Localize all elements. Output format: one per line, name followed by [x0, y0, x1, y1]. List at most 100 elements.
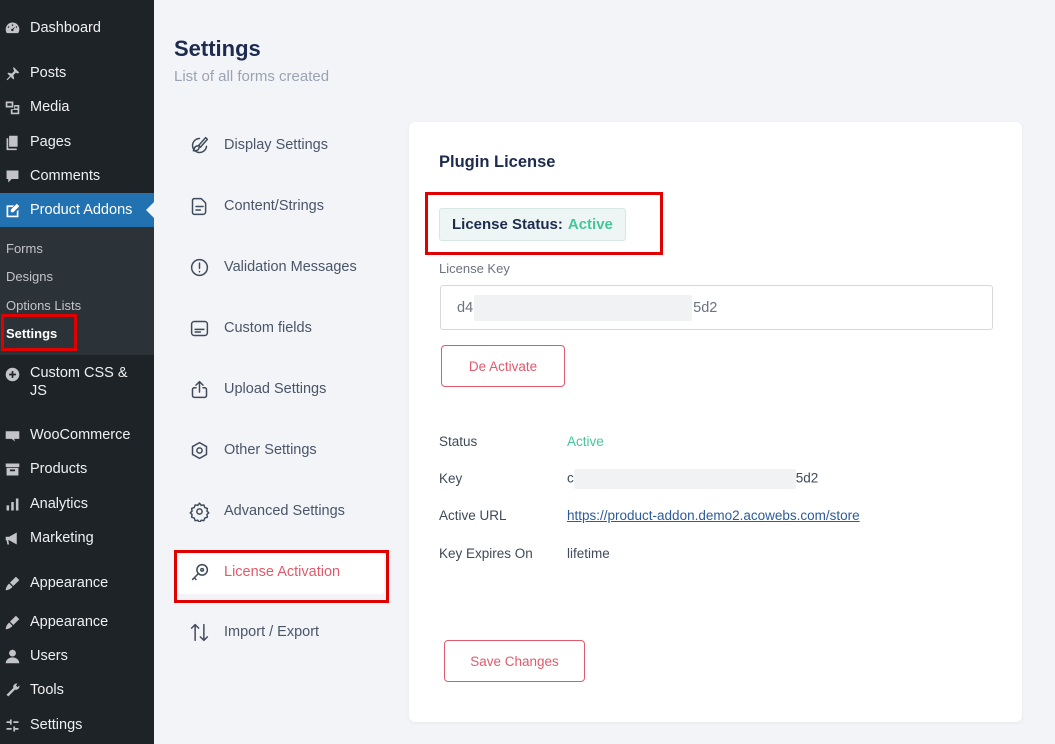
wp-menu-label: Dashboard — [30, 20, 101, 36]
info-url-link[interactable]: https://product-addon.demo2.acowebs.com/… — [567, 508, 860, 523]
wp-menu-products[interactable]: Products — [0, 459, 154, 479]
wp-menu-marketing[interactable]: Marketing — [0, 528, 154, 548]
wp-menu-posts[interactable]: Posts — [0, 63, 154, 83]
wp-menu-label: Custom CSS & JS — [30, 365, 128, 399]
wrench-icon — [3, 681, 21, 699]
paintbrush-icon — [3, 574, 21, 592]
wp-menu-label: Settings — [30, 717, 83, 733]
settings-nav-content-strings[interactable]: Content/Strings — [187, 194, 324, 218]
settings-nav-label: Upload Settings — [224, 381, 327, 397]
settings-nav-label: Advanced Settings — [224, 503, 345, 519]
plus-circle-icon — [3, 365, 21, 383]
wp-menu-label: Appearance — [30, 614, 109, 630]
license-key-redaction — [474, 294, 693, 321]
archive-box-icon — [3, 460, 21, 478]
custom-field-icon — [187, 316, 211, 340]
settings-nav-label: Custom fields — [224, 320, 312, 336]
info-key-prefix: c — [567, 470, 574, 486]
save-changes-button[interactable]: Save Changes — [444, 640, 585, 682]
wp-menu-label: Product Addons — [30, 202, 133, 218]
wp-menu-label: Analytics — [30, 496, 89, 512]
info-status-value: Active — [567, 434, 604, 449]
settings-submenu-highlight — [1, 314, 77, 351]
wp-submenu-forms[interactable]: Forms — [6, 241, 43, 256]
settings-nav-advanced[interactable]: Advanced Settings — [187, 499, 345, 523]
document-icon — [187, 194, 211, 218]
info-expires-value: lifetime — [567, 546, 610, 561]
wp-menu-label: Tools — [30, 682, 64, 698]
settings-nav-label: Import / Export — [224, 624, 320, 640]
settings-nav-custom-fields[interactable]: Custom fields — [187, 316, 312, 340]
woocommerce-icon — [3, 426, 21, 444]
media-icon — [3, 98, 21, 116]
upload-icon — [187, 377, 211, 401]
wp-menu-woocommerce[interactable]: WooCommerce — [0, 425, 154, 445]
page-subtitle: List of all forms created — [174, 68, 330, 85]
settings-nav-validation[interactable]: Validation Messages — [187, 255, 357, 279]
wp-menu-product-addons[interactable]: Product Addons — [0, 193, 154, 227]
settings-nav-label: Content/Strings — [224, 198, 324, 214]
hexagon-icon — [187, 438, 211, 462]
license-status-highlight — [425, 192, 663, 255]
page-title: Settings — [174, 36, 261, 61]
comment-icon — [3, 167, 21, 185]
wp-menu-settings[interactable]: Settings — [0, 715, 154, 735]
settings-nav-label: Other Settings — [224, 442, 317, 458]
pushpin-icon — [3, 64, 21, 82]
sliders-icon — [3, 716, 21, 734]
wp-menu-dashboard[interactable]: Dashboard — [0, 18, 154, 38]
wp-menu-comments[interactable]: Comments — [0, 166, 154, 186]
wp-menu-label: Comments — [30, 168, 101, 184]
wp-menu-appearance[interactable]: Appearance — [0, 573, 154, 593]
info-key-redaction — [573, 469, 796, 489]
wp-menu-label: Media — [30, 99, 70, 115]
gear-icon — [187, 499, 211, 523]
dashboard-icon — [3, 19, 21, 37]
settings-nav-label: Validation Messages — [224, 259, 357, 275]
wp-menu-label: Pages — [30, 134, 72, 150]
wp-menu-tools[interactable]: Tools — [0, 680, 154, 700]
info-status-label: Status — [439, 434, 478, 449]
settings-nav-upload[interactable]: Upload Settings — [187, 377, 326, 401]
info-key-value: c 5d2 — [567, 469, 818, 489]
wp-submenu-options-lists[interactable]: Options Lists — [6, 298, 81, 313]
wp-menu-custom-css-js[interactable]: Custom CSS & JS — [0, 364, 154, 400]
card-title: Plugin License — [439, 153, 556, 171]
paintbrush-icon — [3, 613, 21, 631]
wp-menu-label: Users — [30, 648, 68, 664]
bar-chart-icon — [3, 495, 21, 513]
license-key-label: License Key — [439, 261, 510, 276]
wp-menu-label: Products — [30, 461, 88, 477]
wp-menu-analytics[interactable]: Analytics — [0, 494, 154, 514]
wp-menu-media[interactable]: Media — [0, 97, 154, 117]
wp-submenu-designs[interactable]: Designs — [6, 269, 53, 284]
arrows-updown-icon — [187, 620, 211, 644]
edit-document-icon — [3, 201, 21, 219]
megaphone-icon — [3, 529, 21, 547]
info-key-label: Key — [439, 471, 463, 486]
wp-menu-pages[interactable]: Pages — [0, 132, 154, 152]
user-icon — [3, 647, 21, 665]
pages-icon — [3, 133, 21, 151]
license-key-suffix: 5d2 — [693, 299, 718, 316]
settings-nav-label: Display Settings — [224, 137, 328, 153]
license-activation-highlight — [174, 550, 389, 603]
settings-nav-display[interactable]: Display Settings — [187, 133, 328, 157]
wp-admin-sidebar: Dashboard Posts Media Pages Comments Pro… — [0, 0, 154, 744]
settings-nav-other[interactable]: Other Settings — [187, 438, 317, 462]
deactivate-button[interactable]: De Activate — [441, 345, 565, 387]
info-key-suffix: 5d2 — [795, 470, 819, 486]
wp-menu-appearance-2[interactable]: Appearance — [0, 612, 154, 632]
wp-menu-label: Posts — [30, 65, 67, 81]
settings-nav-import-export[interactable]: Import / Export — [187, 620, 319, 644]
wp-menu-users[interactable]: Users — [0, 646, 154, 666]
info-expires-label: Key Expires On — [439, 546, 533, 561]
wp-menu-label: Appearance — [30, 575, 109, 591]
alert-circle-icon — [187, 255, 211, 279]
info-url-label: Active URL — [439, 508, 507, 523]
wp-menu-label: WooCommerce — [30, 427, 131, 443]
wp-menu-label: Marketing — [30, 530, 94, 546]
license-key-prefix: d4 — [457, 299, 474, 316]
brush-icon — [187, 133, 211, 157]
license-key-field[interactable]: d4 5d2 — [440, 285, 993, 330]
